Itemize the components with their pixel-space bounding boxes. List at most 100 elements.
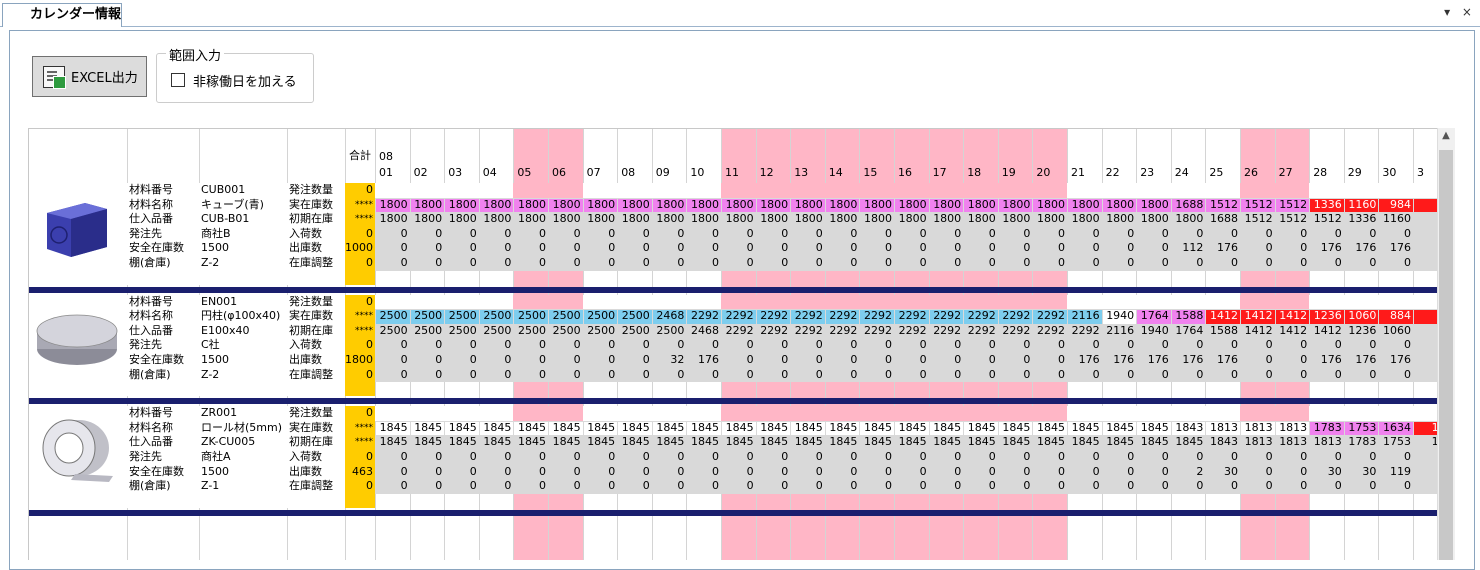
row-total: **** — [355, 437, 373, 448]
day-value: 1512 — [1244, 212, 1273, 226]
excel-export-button[interactable]: EXCEL出力 — [32, 56, 147, 97]
day-value: 1800 — [1175, 212, 1204, 226]
day-value: 0 — [538, 464, 546, 478]
holiday-cell — [1240, 183, 1275, 198]
day-value: 0 — [504, 464, 512, 478]
day-value: 0 — [850, 256, 858, 269]
day-value: 8 — [1413, 324, 1438, 338]
day-value: 7 — [1413, 309, 1438, 323]
day-header: 22 — [1105, 166, 1120, 179]
field-value: CUB001 — [201, 183, 246, 196]
day-value: 0 — [850, 479, 858, 493]
day-value: 176 — [1320, 353, 1342, 366]
day-value: 0 — [677, 367, 685, 381]
field-label: 材料名称 — [129, 309, 173, 323]
day-value: 2292 — [794, 323, 823, 337]
holiday-cell — [894, 294, 929, 310]
day-value: 0 — [884, 464, 892, 478]
day-value: 0 — [1127, 226, 1135, 240]
day-value: 2292 — [967, 323, 996, 337]
day-value: 0 — [1300, 241, 1308, 255]
scrollbar-thumb[interactable] — [1439, 150, 1453, 560]
day-value: 0 — [815, 241, 823, 255]
day-value: 0 — [1127, 367, 1135, 381]
day-value: 0 — [1265, 479, 1273, 493]
day-value: 1160 — [1348, 197, 1377, 211]
day-value: 0 — [642, 479, 650, 493]
day-value: 2292 — [760, 323, 789, 337]
day-value: 2500 — [587, 309, 616, 323]
day-value: 0 — [642, 353, 650, 366]
row-label: 発注数量 — [289, 406, 333, 420]
day-value: 0 — [850, 464, 858, 478]
day-value: 0 — [1413, 368, 1438, 382]
day-value: 1845 — [933, 420, 962, 434]
day-value: 0 — [573, 241, 581, 255]
day-value: 1753 — [1382, 435, 1411, 449]
day-value: 2292 — [1036, 323, 1065, 337]
day-value: 0 — [435, 450, 443, 463]
day-value: 0 — [573, 353, 581, 366]
day-value: 1845 — [690, 435, 719, 449]
day-value: 1512 — [1313, 212, 1342, 226]
day-value: 1800 — [483, 212, 512, 226]
day-value: 1800 — [967, 197, 996, 211]
day-value: 176 — [1216, 241, 1238, 255]
day-value: 0 — [1369, 479, 1377, 493]
day-value: 1800 — [829, 197, 858, 211]
row-total: 0 — [366, 183, 373, 196]
day-value: 0 — [1369, 450, 1377, 463]
day-header: 23 — [1140, 166, 1155, 179]
material-separator — [29, 398, 1438, 405]
row-total: **** — [355, 325, 373, 336]
day-value: 1412 — [1279, 323, 1308, 337]
day-value: 1845 — [656, 435, 685, 449]
day-value: 0 — [608, 226, 616, 240]
day-value: 0 — [608, 464, 616, 478]
day-value: 0 — [1057, 338, 1065, 352]
day-value: 176 — [697, 353, 719, 366]
day-value: 13 — [1431, 420, 1438, 434]
day-value: 1688 — [1209, 212, 1238, 226]
day-value: 1800 — [379, 212, 408, 226]
day-value: 0 — [919, 450, 927, 463]
day-value: 0 — [538, 256, 546, 269]
row-total: 0 — [366, 406, 373, 420]
day-value: 2500 — [552, 323, 581, 337]
day-value: 16 — [1431, 435, 1438, 449]
row-total: 0 — [366, 256, 373, 269]
nonwork-day-checkbox[interactable] — [171, 73, 185, 87]
day-value: 0 — [884, 226, 892, 240]
holiday-cell — [790, 183, 825, 198]
field-label: 安全在庫数 — [129, 464, 184, 478]
day-value: 1845 — [552, 420, 581, 434]
day-value: 0 — [1300, 464, 1308, 478]
day-value: 0 — [988, 479, 996, 493]
day-value: 176 — [1147, 353, 1169, 366]
day-value: 1800 — [448, 212, 477, 226]
field-value: キューブ(青) — [201, 197, 264, 211]
tab-calendar-info[interactable]: カレンダー情報 — [2, 3, 122, 27]
day-value: 1 — [1413, 353, 1438, 367]
day-value: 0 — [781, 241, 789, 255]
day-value: 0 — [1300, 353, 1308, 366]
day-value: 1845 — [414, 435, 443, 449]
day-header: 13 — [794, 166, 809, 179]
nonwork-day-label[interactable]: 非稼働日を加える — [193, 71, 297, 90]
day-value: 1800 — [690, 212, 719, 226]
holiday-cell — [755, 406, 791, 421]
day-value: 1800 — [898, 197, 927, 211]
day-value: 0 — [642, 367, 650, 381]
field-label: 棚(倉庫) — [129, 256, 171, 269]
day-value: 0 — [884, 353, 892, 366]
day-value: 0 — [642, 464, 650, 478]
window-controls-icon[interactable]: ▾ × — [1444, 5, 1476, 19]
day-value: 1800 — [1140, 212, 1169, 226]
day-value: 1800 — [898, 212, 927, 226]
field-label: 発注先 — [129, 226, 162, 240]
scroll-up-icon[interactable]: ▲ — [1437, 130, 1455, 146]
day-value: 0 — [954, 338, 962, 352]
day-header: 09 — [655, 166, 670, 179]
day-value: 1160 — [1382, 212, 1411, 226]
day-value: 1845 — [483, 435, 512, 449]
